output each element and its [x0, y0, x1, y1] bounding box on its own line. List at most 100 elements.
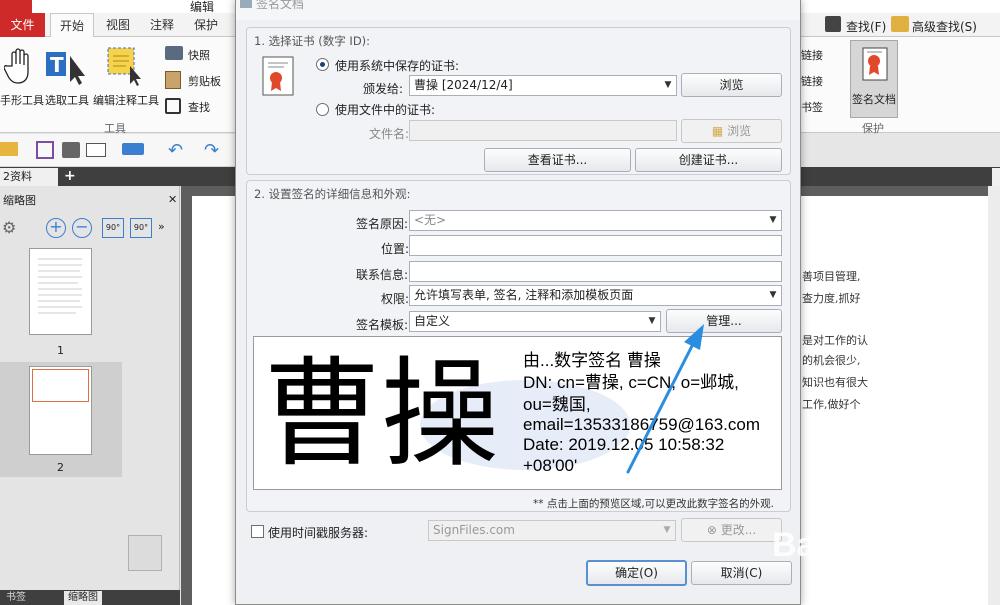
tab-scroll [992, 168, 1000, 186]
tab-file[interactable]: 文件 [0, 13, 45, 37]
template-value: 自定义 [414, 314, 451, 328]
app-logo [0, 0, 32, 13]
folder-search-icon [891, 16, 909, 32]
chevron-down-icon[interactable]: » [158, 220, 165, 233]
new-tab-icon[interactable]: + [64, 167, 78, 185]
preview-signature-name: 曹操 [263, 345, 500, 483]
timestamp-label: 使用时间戳服务器: [268, 526, 369, 540]
link-button-2[interactable]: 链接 [801, 73, 823, 89]
page-thumbnail-2[interactable] [29, 366, 92, 455]
filename-input[interactable] [409, 120, 677, 141]
timestamp-server-select[interactable]: SignFiles.com ▼ [428, 520, 676, 541]
tab-bookmarks[interactable]: 书签 [2, 591, 30, 605]
page-number-1: 1 [57, 344, 64, 357]
page-text-line: 善项目管理, [802, 270, 861, 283]
advanced-find-button[interactable]: 高级查找(S) [912, 18, 977, 35]
gear-icon[interactable]: ⚙ [2, 218, 24, 238]
section2-title: 2. 设置签名的详细信息和外观: [254, 187, 411, 201]
reason-value: <无> [414, 213, 447, 227]
print-icon[interactable] [62, 142, 80, 158]
change-label: 更改... [720, 523, 757, 537]
browse-button[interactable]: 浏览 [681, 73, 782, 97]
close-panel-icon[interactable]: ✕ [168, 193, 177, 206]
chevron-down-icon: ▼ [664, 80, 672, 90]
page-text-line: 工作,做好个 [802, 398, 861, 411]
chevron-down-icon: ▼ [663, 525, 671, 535]
scan-icon[interactable] [122, 143, 144, 155]
save-icon[interactable] [36, 141, 54, 159]
sign-document-label: 签名文档 [852, 93, 896, 106]
dialog-app-icon [240, 0, 252, 8]
page-number-2: 2 [57, 461, 64, 474]
page-thumbnail-1[interactable] [29, 248, 92, 335]
document-tab[interactable]: 2资料 [0, 168, 58, 186]
section1-title: 1. 选择证书 (数字 ID): [254, 34, 371, 48]
snapshot-button[interactable]: 快照 [188, 47, 210, 63]
view-certificate-button[interactable]: 查看证书... [484, 148, 631, 172]
zoom-out-icon[interactable]: − [72, 218, 92, 238]
preview-line: +08'00' [523, 456, 578, 475]
timestamp-checkbox[interactable] [251, 525, 264, 538]
timestamp-server-value: SignFiles.com [433, 523, 515, 537]
contact-input[interactable] [409, 261, 782, 282]
redo-icon[interactable]: ↷ [204, 140, 219, 161]
thumbnail-toolbar: ⚙ + − 90° 90° » [0, 214, 180, 242]
find-icon [825, 16, 841, 32]
page-text-line: 查力度,抓好 [802, 292, 861, 305]
thumbnails-title: 缩略图 [3, 194, 36, 207]
reason-select[interactable]: <无> ▼ [409, 210, 782, 231]
find-tool-icon [165, 98, 181, 114]
find-button[interactable]: 查找(F) [846, 18, 886, 35]
tab-home[interactable]: 开始 [50, 13, 94, 38]
link-button-1[interactable]: 链接 [801, 47, 823, 63]
issued-to-value: 曹操 [2024/12/4] [414, 78, 513, 92]
permission-label: 权限: [381, 292, 410, 306]
select-text-icon: T [44, 48, 88, 86]
undo-icon[interactable]: ↶ [168, 140, 183, 161]
permission-value: 允许填写表单, 签名, 注释和添加模板页面 [414, 288, 634, 302]
svg-text:T: T [50, 53, 64, 77]
rotate-right-icon[interactable]: 90° [130, 218, 152, 238]
tab-thumbnails[interactable]: 缩略图 [64, 591, 102, 605]
chevron-down-icon: ▼ [769, 215, 777, 225]
baidu-watermark: Bai 经验 [772, 526, 903, 564]
find-tool-button[interactable]: 查找 [188, 99, 210, 115]
zoom-in-icon[interactable]: + [46, 218, 66, 238]
hand-tool-button[interactable]: 手形工具 [0, 92, 44, 108]
page-text-line: 知识也有很大 [802, 376, 868, 389]
browse-file-button[interactable]: ▦ 浏览 [681, 119, 782, 143]
radio-use-saved-cert[interactable] [316, 58, 329, 71]
location-input[interactable] [409, 235, 782, 256]
vertical-scrollbar[interactable] [988, 186, 1000, 605]
annotation-arrow [626, 324, 704, 474]
change-button[interactable]: ⊗ 更改... [681, 518, 782, 542]
sign-document-button[interactable]: 签名文档 [850, 40, 898, 118]
page-text-line: 是对工作的认 [802, 334, 868, 347]
create-certificate-button[interactable]: 创建证书... [635, 148, 782, 172]
clipboard-icon [165, 71, 181, 89]
bookmark-button[interactable]: 书签 [801, 99, 823, 115]
ok-button[interactable]: 确定(O) [586, 560, 687, 586]
issued-to-label: 颁发给: [363, 82, 404, 96]
issued-to-select[interactable]: 曹操 [2024/12/4] ▼ [409, 75, 677, 96]
protect-group-label: 保护 [862, 122, 884, 135]
select-tool-button[interactable]: 选取工具 [45, 92, 89, 108]
edit-annotation-icon [104, 44, 144, 86]
tab-comment[interactable]: 注释 [142, 13, 182, 37]
rotate-left-icon[interactable]: 90° [102, 218, 124, 238]
radio-use-file-cert-label: 使用文件中的证书: [335, 103, 436, 117]
permission-select[interactable]: 允许填写表单, 签名, 注释和添加模板页面 ▼ [409, 285, 782, 306]
preview-line: ou=魏国, [523, 395, 591, 414]
tab-protect[interactable]: 保护 [186, 13, 226, 37]
tab-view[interactable]: 视图 [98, 13, 138, 37]
open-folder-icon[interactable] [0, 142, 18, 156]
edit-annotation-button[interactable]: 编辑注释工具 [93, 92, 159, 108]
pages-icon [128, 535, 162, 571]
dialog-title: 签名文档 [256, 0, 305, 11]
filename-label: 文件名: [369, 127, 410, 141]
clipboard-button[interactable]: 剪贴板 [188, 73, 221, 89]
template-label: 签名模板: [356, 318, 409, 332]
dialog-title-bar: 签名文档 [236, 0, 800, 20]
email-icon[interactable] [86, 143, 106, 157]
radio-use-file-cert[interactable] [316, 103, 329, 116]
